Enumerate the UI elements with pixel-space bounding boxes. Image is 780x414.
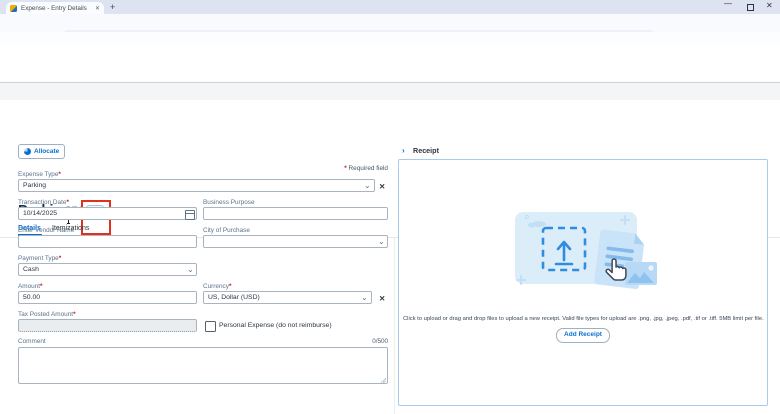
- personal-expense-label: Personal Expense (do not reimburse): [219, 322, 332, 329]
- transaction-date-input[interactable]: [18, 207, 197, 220]
- app-nav: Manage Expenses Card Transactions Cash A…: [0, 66, 780, 83]
- chevron-down-icon[interactable]: ⌄: [364, 182, 371, 190]
- comment-label: Comment: [18, 338, 46, 345]
- chevron-down-icon[interactable]: ⌄: [378, 238, 385, 246]
- required-field-note: * Required field: [344, 165, 388, 172]
- chevron-down-icon[interactable]: ⌄: [361, 294, 368, 302]
- panel-divider: [394, 238, 395, 414]
- resize-handle[interactable]: [381, 378, 386, 383]
- report-subbar: ‹Back to Report ✕: [0, 83, 780, 100]
- tab-title: Expense - Entry Details: [21, 5, 92, 12]
- browser-tabstrip: Expense - Entry Details ✕ + — ✕: [0, 0, 780, 14]
- business-purpose-input[interactable]: [203, 207, 388, 220]
- pie-chart-icon: [24, 148, 31, 155]
- allocate-button[interactable]: Allocate: [18, 144, 65, 159]
- amount-input[interactable]: [18, 291, 197, 304]
- window-close-button[interactable]: ✕: [766, 1, 773, 10]
- payment-type-select[interactable]: [18, 263, 197, 276]
- amount-label: Amount*: [18, 283, 43, 290]
- expense-type-label: Expense Type*: [18, 171, 61, 178]
- personal-expense-checkbox[interactable]: [205, 321, 216, 332]
- tab-close-icon[interactable]: ✕: [95, 5, 100, 12]
- transaction-date-label: Transaction Date*: [18, 199, 69, 206]
- favicon-icon: [10, 5, 17, 12]
- upload-instructions: Click to upload or drag and drop files t…: [403, 316, 763, 322]
- upload-illustration: [505, 200, 661, 308]
- browser-toolbar: ← → ⟳ ⌂ us2.concursolutions.com/nui/expe…: [0, 14, 780, 32]
- city-of-purchase-input[interactable]: [203, 235, 388, 248]
- expense-type-input[interactable]: [18, 179, 375, 192]
- add-receipt-button[interactable]: Add Receipt: [556, 328, 610, 343]
- tax-posted-amount-input: [18, 319, 197, 332]
- currency-label: Currency*: [203, 283, 231, 290]
- clear-field-icon[interactable]: ✕: [379, 182, 385, 191]
- comment-textarea[interactable]: [18, 347, 388, 384]
- chevron-down-icon[interactable]: ⌄: [187, 266, 194, 274]
- city-of-purchase-label: City of Purchase: [203, 227, 250, 234]
- payment-type-label: Payment Type*: [18, 255, 61, 262]
- browser-tab[interactable]: Expense - Entry Details ✕: [6, 2, 104, 14]
- clear-field-icon[interactable]: ✕: [379, 294, 385, 303]
- vendor-input[interactable]: [18, 235, 197, 248]
- app-header: SAP Concur Expense ⌄ ?: [0, 45, 780, 66]
- collapse-panel-icon[interactable]: ›: [402, 146, 405, 155]
- window-maximize-button[interactable]: [747, 4, 754, 11]
- vendor-label: Enter Vendor Name: [18, 227, 74, 234]
- currency-select[interactable]: [203, 291, 372, 304]
- window-minimize-button[interactable]: —: [724, 0, 732, 8]
- screenshot-root: Expense - Entry Details ✕ + — ✕ ← → ⟳ ⌂ …: [0, 0, 780, 414]
- new-tab-button[interactable]: +: [110, 2, 115, 12]
- receipt-panel-title: Receipt: [413, 146, 439, 155]
- business-purpose-label: Business Purpose: [203, 199, 255, 206]
- calendar-icon[interactable]: [185, 210, 195, 220]
- bookmarks-bar: SAP Managed Boo... Concur Tony's Sites I…: [0, 32, 780, 46]
- tax-posted-amount-label: Tax Posted Amount*: [18, 311, 76, 318]
- comment-char-counter: 0/500: [372, 338, 388, 345]
